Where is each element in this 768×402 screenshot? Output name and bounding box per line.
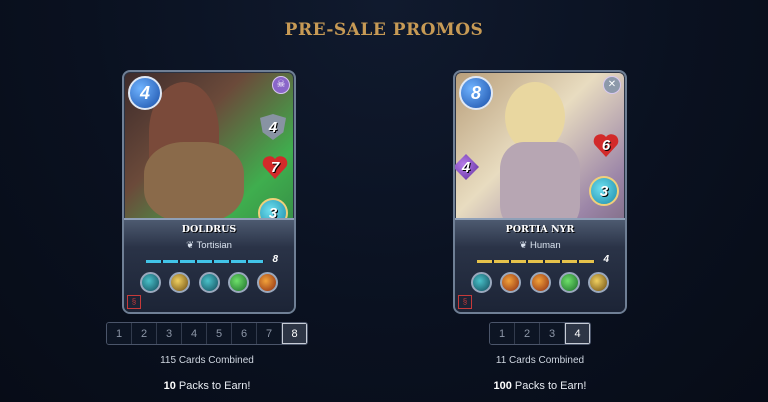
- attack-stat: 4: [455, 154, 479, 180]
- level-button-8[interactable]: 8: [282, 323, 307, 344]
- health-stat: 7: [262, 154, 288, 180]
- ability-icon: [257, 272, 278, 293]
- packs-count: 10: [163, 380, 176, 392]
- card-type-label: Human: [529, 240, 561, 251]
- card-level: 8: [272, 254, 278, 265]
- death-splinter-icon: ☠: [272, 76, 290, 94]
- ability-icon: [169, 272, 191, 293]
- level-selector: 1 2 3 4: [453, 322, 627, 345]
- cards-combined-text: 115 Cards Combined: [160, 355, 254, 366]
- armor-stat: 4: [260, 114, 286, 140]
- ability-icon: [529, 272, 551, 293]
- card-art-body: [144, 142, 244, 222]
- level-button-3[interactable]: 3: [157, 323, 182, 344]
- packs-count: 100: [493, 380, 512, 392]
- level-selector: 1 2 3 4 5 6 7 8: [104, 322, 310, 345]
- packs-label: Packs to Earn!: [511, 380, 587, 392]
- page-title: PRE-SALE PROMOS: [284, 20, 484, 40]
- level-button-3[interactable]: 3: [540, 323, 565, 344]
- level-button-6[interactable]: 6: [232, 323, 257, 344]
- promo-doldrus: 4 ☠ 4 7 3 DOLDRUS ❦ Tortisian 8 § 1 2 3 …: [106, 70, 310, 392]
- card-doldrus[interactable]: 4 ☠ 4 7 3 DOLDRUS ❦ Tortisian 8 §: [122, 70, 296, 314]
- speed-stat: 3: [589, 176, 619, 206]
- edition-icon: §: [127, 295, 141, 309]
- level-button-5[interactable]: 5: [207, 323, 232, 344]
- packs-label: Packs to Earn!: [175, 380, 251, 392]
- packs-to-earn-text: 100 Packs to Earn!: [453, 380, 627, 392]
- card-level: 4: [603, 254, 609, 265]
- packs-to-earn-text: 10 Packs to Earn!: [104, 380, 310, 392]
- health-stat: 6: [593, 132, 619, 158]
- ability-icon: [140, 272, 161, 293]
- neutral-splinter-icon: ✕: [603, 76, 621, 94]
- card-name: DOLDRUS: [181, 224, 237, 235]
- card-name: PORTIA NYR: [505, 224, 575, 235]
- level-button-7[interactable]: 7: [257, 323, 282, 344]
- mana-cost-badge: 4: [128, 76, 162, 110]
- ability-icon: [227, 272, 249, 293]
- ability-icon: [558, 272, 580, 293]
- card-type-label: Tortisian: [196, 240, 232, 251]
- ability-icon: [500, 272, 522, 293]
- ability-icon: [471, 272, 492, 293]
- level-button-2[interactable]: 2: [515, 323, 540, 344]
- ability-icons: [140, 272, 278, 293]
- level-button-4[interactable]: 4: [182, 323, 207, 344]
- ability-icon: [588, 272, 609, 293]
- card-type: ❦ Tortisian: [186, 240, 232, 251]
- level-button-1[interactable]: 1: [107, 323, 132, 344]
- ability-icons: [471, 272, 609, 293]
- cards-combined-text: 11 Cards Combined: [495, 355, 585, 366]
- card-portia-nyr[interactable]: 8 ✕ 4 6 3 PORTIA NYR ❦ Human 4 §: [453, 70, 627, 314]
- level-button-4[interactable]: 4: [565, 323, 590, 344]
- promo-portia-nyr: 8 ✕ 4 6 3 PORTIA NYR ❦ Human 4 § 1 2 3 4…: [453, 70, 627, 392]
- mana-cost-badge: 8: [459, 76, 493, 110]
- level-progress-bar: [146, 260, 264, 263]
- edition-icon: §: [458, 295, 472, 309]
- level-button-2[interactable]: 2: [132, 323, 157, 344]
- card-type: ❦ Human: [519, 240, 561, 251]
- level-progress-bar: [477, 260, 595, 263]
- level-button-1[interactable]: 1: [490, 323, 515, 344]
- ability-icon: [198, 272, 220, 293]
